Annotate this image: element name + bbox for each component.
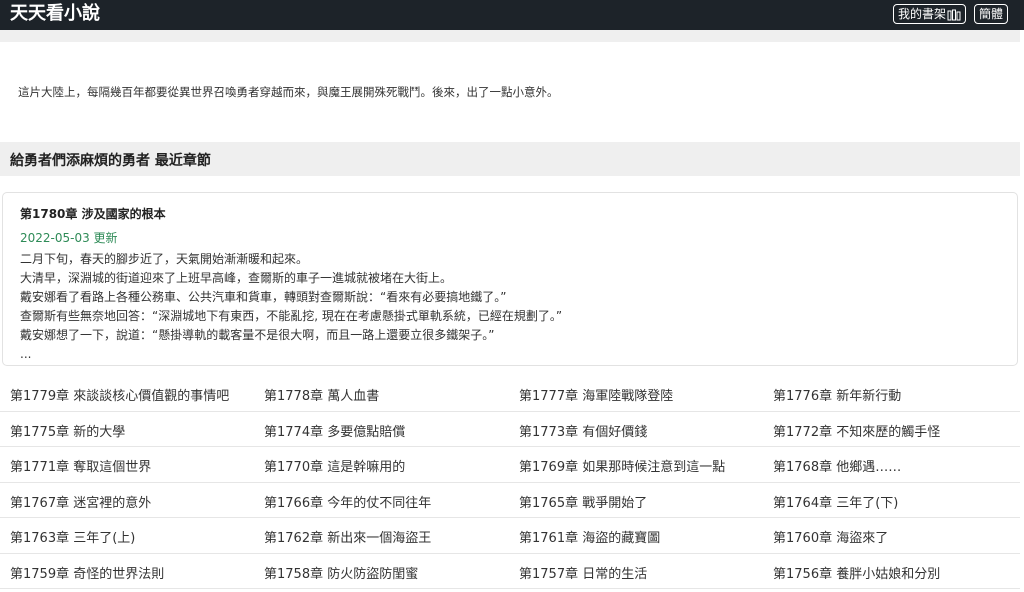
chapter-row: 第1771章 奪取這個世界 第1770章 這是幹嘛用的 第1769章 如果那時候… xyxy=(0,447,1020,483)
chapter-link[interactable]: 第1758章 防火防盜防閨蜜 xyxy=(264,563,418,582)
book-intro: 這片大陸上，每隔幾百年都要從異世界召喚勇者穿越而來，與魔王展開殊死戰鬥。後來，出… xyxy=(18,85,559,99)
header-divider xyxy=(0,30,1020,42)
excerpt-line: 查爾斯有些無奈地回答：“深淵城地下有東西，不能亂挖, 現在在考慮懸掛式單軌系統，… xyxy=(20,309,563,323)
chapter-link[interactable]: 第1775章 新的大學 xyxy=(10,421,125,440)
latest-chapters-header: 給勇者們添麻煩的勇者 最近章節 xyxy=(0,142,1020,176)
my-bookshelf-label: 我的書架 xyxy=(898,7,947,21)
section-title: 給勇者們添麻煩的勇者 最近章節 xyxy=(10,153,211,169)
excerpt-line: 二月下旬，春天的腳步近了，天氣開始漸漸暖和起來。 xyxy=(20,252,309,266)
chapter-link[interactable]: 第1773章 有個好價錢 xyxy=(519,421,647,440)
chapter-link[interactable]: 第1766章 今年的仗不同往年 xyxy=(264,492,431,511)
latest-chapter-card: 第1780章 涉及國家的根本 2022-05-03 更新 二月下旬，春天的腳步近… xyxy=(2,192,1018,366)
chapter-link[interactable]: 第1767章 迷宮裡的意外 xyxy=(10,492,151,511)
update-date: 2022-05-03 更新 xyxy=(20,231,118,245)
chapter-link[interactable]: 第1759章 奇怪的世界法則 xyxy=(10,563,164,582)
chapter-link[interactable]: 第1760章 海盜來了 xyxy=(773,527,888,546)
excerpt-line: 大清早，深淵城的街道迎來了上班早高峰，查爾斯的車子一進城就被堵在大街上。 xyxy=(20,271,453,285)
chapter-link[interactable]: 第1770章 這是幹嘛用的 xyxy=(264,456,405,475)
chapter-link[interactable]: 第1778章 萬人血書 xyxy=(264,385,379,404)
my-bookshelf-button[interactable]: 我的書架 xyxy=(893,4,967,24)
chapter-link[interactable]: 第1761章 海盜的藏寶圖 xyxy=(519,527,660,546)
chapter-row: 第1767章 迷宮裡的意外 第1766章 今年的仗不同往年 第1765章 戰爭開… xyxy=(0,483,1020,518)
chapter-link[interactable]: 第1762章 新出來一個海盜王 xyxy=(264,527,431,546)
excerpt-ellipsis: ... xyxy=(20,347,32,361)
chapter-link[interactable]: 第1776章 新年新行動 xyxy=(773,385,901,404)
chapter-link[interactable]: 第1756章 養胖小姑娘和分別 xyxy=(773,563,940,582)
simplified-chinese-button[interactable]: 簡體 xyxy=(974,4,1009,24)
excerpt-line: 戴安娜看了看路上各種公務車、公共汽車和貨車，轉頭對查爾斯說：“看來有必要搞地鐵了… xyxy=(20,290,507,304)
top-navigation-bar: 天天看小說 我的書架 簡體 xyxy=(0,0,1024,30)
chapter-link[interactable]: 第1765章 戰爭開始了 xyxy=(519,492,647,511)
site-title[interactable]: 天天看小說 xyxy=(10,2,100,26)
chapter-link[interactable]: 第1771章 奪取這個世界 xyxy=(10,456,151,475)
chapter-excerpt: 二月下旬，春天的腳步近了，天氣開始漸漸暖和起來。 大清早，深淵城的街道迎來了上班… xyxy=(20,250,562,364)
bookshelf-icon xyxy=(947,9,961,20)
chapter-link[interactable]: 第1772章 不知來歷的觸手怪 xyxy=(773,421,940,440)
chapter-link[interactable]: 第1763章 三年了(上) xyxy=(10,527,135,546)
chapter-row: 第1779章 來談談核心價值觀的事情吧 第1778章 萬人血書 第1777章 海… xyxy=(0,376,1020,412)
chapter-row: 第1775章 新的大學 第1774章 多要億點賠償 第1773章 有個好價錢 第… xyxy=(0,412,1020,447)
chapter-link[interactable]: 第1757章 日常的生活 xyxy=(519,563,647,582)
chapter-link[interactable]: 第1774章 多要億點賠償 xyxy=(264,421,405,440)
chapter-list: 第1779章 來談談核心價值觀的事情吧 第1778章 萬人血書 第1777章 海… xyxy=(0,376,1020,589)
chapter-link[interactable]: 第1768章 他鄉遇…… xyxy=(773,456,901,475)
latest-chapter-link[interactable]: 第1780章 涉及國家的根本 xyxy=(20,205,166,222)
chapter-row: 第1763章 三年了(上) 第1762章 新出來一個海盜王 第1761章 海盜的… xyxy=(0,518,1020,554)
chapter-row: 第1759章 奇怪的世界法則 第1758章 防火防盜防閨蜜 第1757章 日常的… xyxy=(0,554,1020,589)
chapter-link[interactable]: 第1764章 三年了(下) xyxy=(773,492,898,511)
chapter-link[interactable]: 第1777章 海軍陸戰隊登陸 xyxy=(519,385,673,404)
chapter-link[interactable]: 第1769章 如果那時候注意到這一點 xyxy=(519,456,725,475)
chapter-link[interactable]: 第1779章 來談談核心價值觀的事情吧 xyxy=(10,385,229,404)
excerpt-line: 戴安娜想了一下，說道：“懸掛導軌的載客量不是很大啊，而且一路上還要立很多鐵架子。… xyxy=(20,328,495,342)
